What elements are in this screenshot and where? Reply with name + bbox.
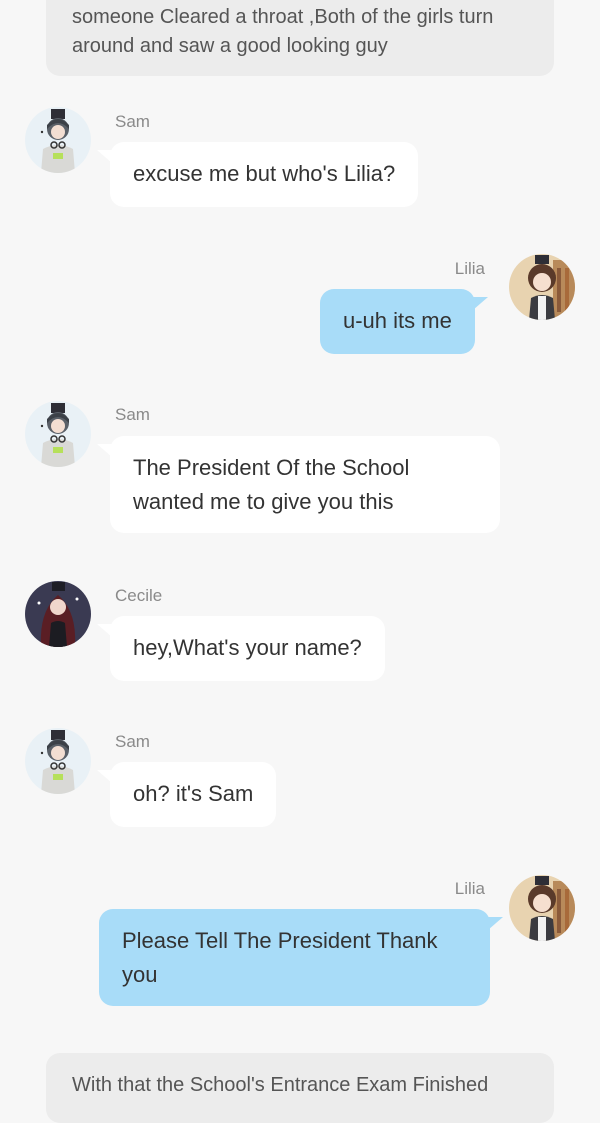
sender-name: Sam: [115, 405, 150, 424]
narration-text: someone Cleared a throat ,Both of the gi…: [72, 6, 494, 57]
message-bubble[interactable]: oh? it's Sam: [96, 762, 277, 827]
message-text: The President Of the School wanted me to…: [133, 455, 410, 514]
message-bubble[interactable]: u-uh its me: [320, 289, 488, 354]
message-text: hey,What's your name?: [133, 635, 362, 660]
sender-name: Sam: [115, 732, 150, 751]
sam-avatar[interactable]: [25, 728, 91, 794]
sender-name: Cecile: [115, 586, 163, 605]
sender-name: Sam: [115, 112, 150, 131]
message-bubble[interactable]: hey,What's your name?: [97, 616, 385, 681]
message-text: Please Tell The President Thank you: [122, 928, 438, 987]
narration-box-bottom: With that the School's Entrance Exam Fin…: [46, 1053, 554, 1123]
narration-box-top: someone Cleared a throat ,Both of the gi…: [46, 0, 554, 76]
message-text: oh? it's Sam: [133, 781, 254, 806]
sam-avatar[interactable]: [25, 107, 91, 173]
narration-text: With that the School's Entrance Exam Fin…: [72, 1074, 489, 1096]
sam-avatar[interactable]: [25, 401, 91, 467]
message-bubble[interactable]: The President Of the School wanted me to…: [97, 436, 500, 533]
sender-name: Lilia: [454, 879, 485, 898]
lilia-avatar[interactable]: [509, 254, 575, 320]
message-text: excuse me but who's Lilia?: [133, 161, 396, 186]
message-bubble[interactable]: excuse me but who's Lilia?: [96, 142, 419, 207]
message-bubble[interactable]: Please Tell The President Thank you: [99, 909, 503, 1006]
message-text: u-uh its me: [343, 308, 452, 333]
cecile-avatar[interactable]: [25, 581, 91, 647]
sender-name: Lilia: [454, 259, 485, 278]
lilia-avatar[interactable]: [509, 875, 575, 941]
